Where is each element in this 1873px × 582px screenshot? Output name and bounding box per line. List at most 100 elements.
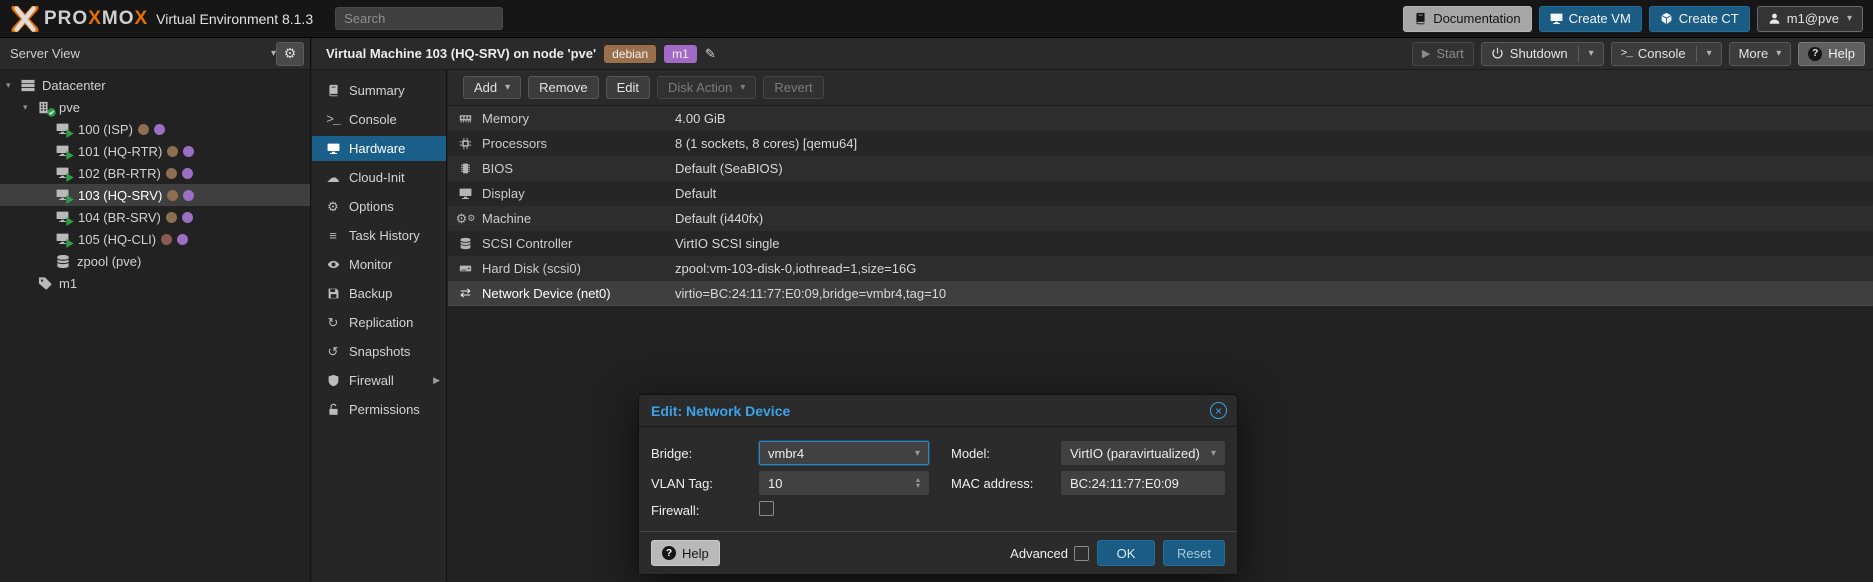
tree-item-vm-102[interactable]: 102 (BR-RTR) <box>0 162 310 184</box>
view-selector[interactable]: Server View ▾ <box>10 46 276 61</box>
view-settings-button[interactable]: ⚙ <box>276 42 304 66</box>
tag-dot <box>154 124 165 135</box>
question-icon: ? <box>662 546 676 560</box>
model-combobox[interactable]: VirtIO (paravirtualized) ▾ <box>1061 441 1225 465</box>
hw-row-processors[interactable]: Processors 8 (1 sockets, 8 cores) [qemu6… <box>448 131 1873 156</box>
dialog-header[interactable]: Edit: Network Device × <box>639 395 1237 427</box>
add-button[interactable]: Add ▾ <box>463 76 521 99</box>
tag-debian: debian <box>604 45 656 63</box>
tree-item-pool-m1[interactable]: m1 <box>0 272 310 294</box>
hw-row-memory[interactable]: Memory 4.00 GiB <box>448 106 1873 131</box>
vlan-tag-label: VLAN Tag: <box>651 476 749 491</box>
hw-row-hard-disk[interactable]: Hard Disk (scsi0) zpool:vm-103-disk-0,io… <box>448 256 1873 281</box>
dialog-body: Bridge: vmbr4 ▾ Model: VirtIO (paravirtu… <box>639 427 1237 525</box>
tree-item-node-pve[interactable]: ▾ pve <box>0 96 310 118</box>
nav-item-replication[interactable]: ↻ Replication <box>312 310 446 335</box>
tag-dot <box>166 168 177 179</box>
firewall-checkbox[interactable] <box>759 501 774 516</box>
create-ct-button[interactable]: Create CT <box>1649 6 1750 32</box>
network-arrows-icon: ⇄ <box>457 286 474 301</box>
node-icon <box>37 100 52 115</box>
documentation-button[interactable]: Documentation <box>1403 6 1531 32</box>
nav-item-task-history[interactable]: ≡ Task History <box>312 223 446 248</box>
tree-item-datacenter[interactable]: ▾ Datacenter <box>0 74 310 96</box>
edit-button[interactable]: Edit <box>606 76 650 99</box>
unlock-icon <box>325 403 341 416</box>
proxmox-wordmark: PROXMOX <box>44 8 148 30</box>
nav-item-cloud-init[interactable]: ☁ Cloud-Init <box>312 165 446 190</box>
tree-item-vm-105[interactable]: 105 (HQ-CLI) <box>0 228 310 250</box>
revert-button[interactable]: Revert <box>763 76 823 99</box>
nav-item-summary[interactable]: Summary <box>312 78 446 103</box>
tag-dot <box>183 190 194 201</box>
nav-item-console[interactable]: >_ Console <box>312 107 446 132</box>
tag-dot <box>182 168 193 179</box>
nav-item-snapshots[interactable]: ↺ Snapshots <box>312 339 446 364</box>
chevron-down-icon[interactable]: ▾ <box>6 80 20 91</box>
chevron-down-icon[interactable]: ▾ <box>1707 48 1712 59</box>
more-button[interactable]: More ▾ <box>1729 42 1792 66</box>
spinner-arrows-icon[interactable]: ▴▾ <box>916 477 920 489</box>
tag-dot <box>167 146 178 157</box>
user-menu-button[interactable]: m1@pve ▾ <box>1757 6 1863 32</box>
power-icon <box>1491 47 1504 60</box>
nav-item-monitor[interactable]: Monitor <box>312 252 446 277</box>
start-button[interactable]: ▶ Start <box>1412 42 1474 66</box>
mac-address-input[interactable]: BC:24:11:77:E0:09 <box>1061 471 1225 495</box>
tag-dot <box>177 234 188 245</box>
bridge-combobox[interactable]: vmbr4 ▾ <box>759 441 929 465</box>
tree-item-vm-101[interactable]: 101 (HQ-RTR) <box>0 140 310 162</box>
nav-item-options[interactable]: ⚙ Options <box>312 194 446 219</box>
hw-row-scsi-controller[interactable]: SCSI Controller VirtIO SCSI single <box>448 231 1873 256</box>
chevron-down-icon[interactable]: ▾ <box>1589 48 1594 59</box>
nav-item-permissions[interactable]: Permissions <box>312 397 446 422</box>
pool-tag-icon <box>37 276 53 291</box>
play-icon: ▶ <box>1422 47 1430 60</box>
remove-button[interactable]: Remove <box>528 76 598 99</box>
history-icon: ↺ <box>325 344 341 360</box>
console-button[interactable]: >_ Console ▾ <box>1611 42 1722 66</box>
monitor-icon <box>1550 12 1563 25</box>
memory-icon <box>457 111 474 126</box>
nav-item-hardware[interactable]: Hardware <box>312 136 446 161</box>
help-button[interactable]: ? Help <box>1798 42 1865 66</box>
vm-running-icon <box>55 210 71 224</box>
hw-row-display[interactable]: Display Default <box>448 181 1873 206</box>
datacenter-icon <box>20 78 36 93</box>
chevron-down-icon[interactable]: ▾ <box>23 102 37 113</box>
chevron-down-icon: ▾ <box>1776 48 1781 59</box>
book-icon <box>325 84 341 97</box>
hw-row-network-device[interactable]: ⇄ Network Device (net0) virtio=BC:24:11:… <box>448 281 1873 306</box>
hw-row-bios[interactable]: BIOS Default (SeaBIOS) <box>448 156 1873 181</box>
tree-item-vm-103[interactable]: 103 (HQ-SRV) <box>0 184 310 206</box>
chevron-down-icon: ▾ <box>1847 13 1852 24</box>
tag-dot <box>183 146 194 157</box>
vm-nav-menu: Summary >_ Console Hardware ☁ Cloud-Init… <box>312 70 447 582</box>
disk-action-button[interactable]: Disk Action ▾ <box>657 76 756 99</box>
vm-running-icon <box>55 188 71 202</box>
model-label: Model: <box>939 446 1051 461</box>
ok-button[interactable]: OK <box>1097 540 1155 566</box>
advanced-checkbox[interactable] <box>1074 546 1089 561</box>
tree-item-storage-zpool[interactable]: zpool (pve) <box>0 250 310 272</box>
search-input[interactable] <box>335 7 503 30</box>
tag-dot <box>161 234 172 245</box>
tree-item-vm-100[interactable]: 100 (ISP) <box>0 118 310 140</box>
close-icon[interactable]: × <box>1210 402 1227 419</box>
chevron-down-icon[interactable]: ▾ <box>1211 448 1216 459</box>
chevron-down-icon[interactable]: ▾ <box>915 448 920 459</box>
edit-tags-icon[interactable]: ✎ <box>705 46 716 62</box>
tree-item-vm-104[interactable]: 104 (BR-SRV) <box>0 206 310 228</box>
create-vm-button[interactable]: Create VM <box>1539 6 1642 32</box>
terminal-icon: >_ <box>325 112 341 127</box>
proxmox-app: PROXMOX Virtual Environment 8.1.3 Docume… <box>0 0 1873 582</box>
shutdown-button[interactable]: Shutdown ▾ <box>1481 42 1604 66</box>
nav-item-firewall[interactable]: Firewall ▶ <box>312 368 446 393</box>
reset-button[interactable]: Reset <box>1163 540 1225 566</box>
hw-row-machine[interactable]: ⚙⚙ Machine Default (i440fx) <box>448 206 1873 231</box>
monitor-icon <box>325 142 341 155</box>
vlan-tag-spinner[interactable]: 10 ▴▾ <box>759 471 929 495</box>
resource-tree: ▾ Datacenter ▾ pve 100 (ISP) 101 (HQ-RTR… <box>0 70 311 582</box>
dialog-help-button[interactable]: ? Help <box>651 540 720 566</box>
nav-item-backup[interactable]: Backup <box>312 281 446 306</box>
